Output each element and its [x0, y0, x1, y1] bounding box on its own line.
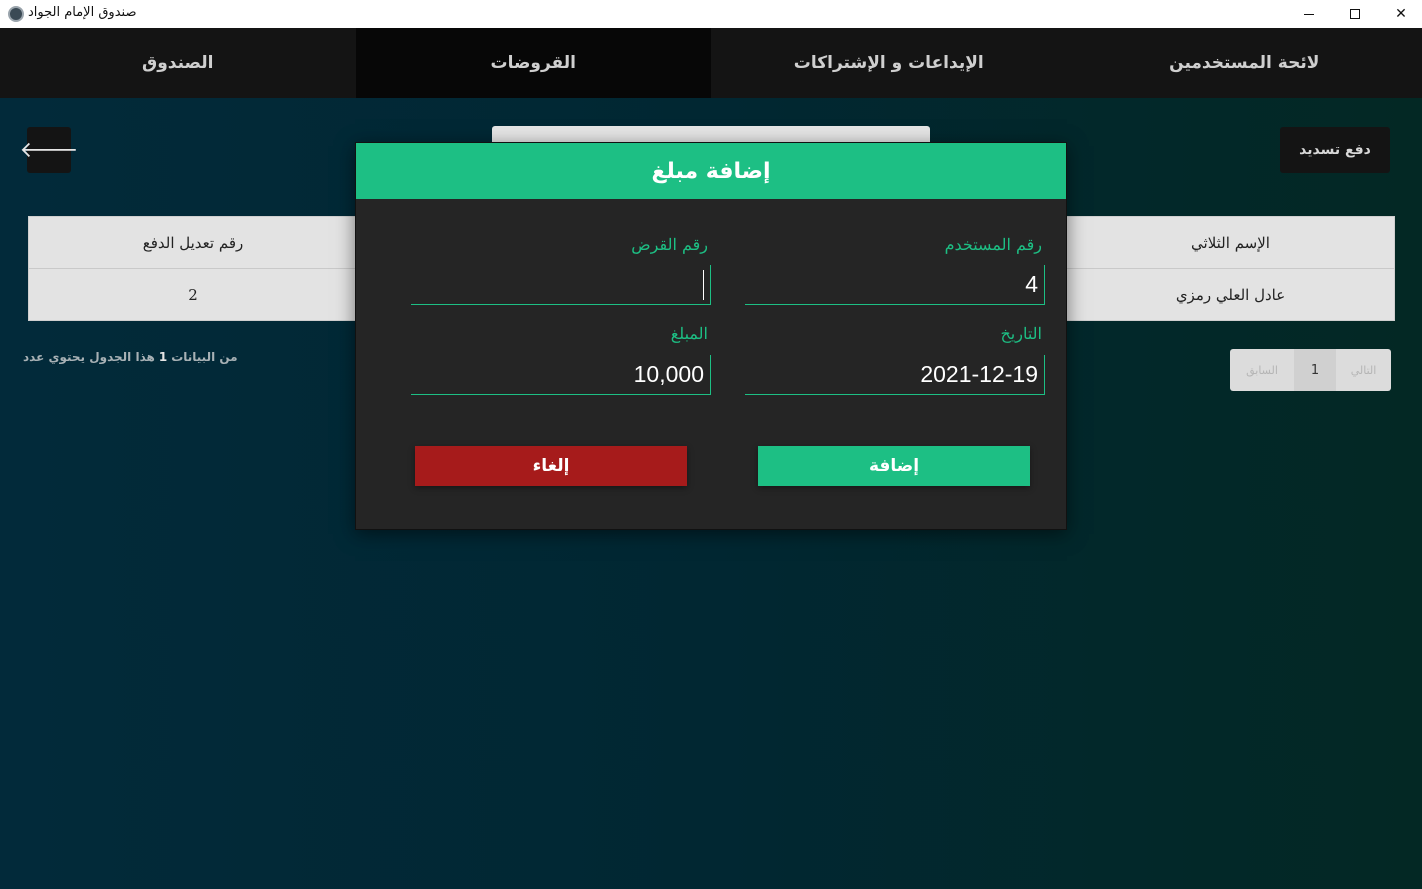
tab-loans[interactable]: القروضات [355, 28, 711, 98]
close-icon: ✕ [1395, 6, 1407, 22]
title-bar: صندوق الإمام الجواد ✕ [0, 0, 1422, 28]
pagination: التالي 1 السابق [1230, 349, 1391, 391]
table-record-count: هذا الجدول يحتوي عدد 1 من البيانات [23, 350, 238, 364]
loan-id-field[interactable] [411, 265, 711, 305]
table-info-suffix: من البيانات [171, 350, 238, 364]
date-label: التاريخ [1000, 324, 1042, 343]
minimize-button[interactable] [1286, 0, 1332, 28]
pagination-next-button[interactable]: التالي [1336, 349, 1391, 391]
minimize-icon [1304, 13, 1314, 15]
amount-label: المبلغ [670, 324, 708, 343]
cancel-button[interactable]: إلغاء [415, 446, 687, 486]
add-amount-dialog: إضافة مبلغ رقم المستخدم 4 رقم القرض التا… [355, 142, 1067, 530]
user-id-field[interactable]: 4 [745, 265, 1045, 305]
date-field[interactable]: 2021-12-19 [745, 355, 1045, 395]
maximize-button[interactable] [1332, 0, 1378, 28]
table-right-fragment: الإسم الثلاثي عادل العلي رمزي [1066, 216, 1395, 321]
main-tabs: لائحة المستخدمين الإيداعات و الإشتراكات … [0, 28, 1422, 98]
column-header-full-name: الإسم الثلاثي [1067, 217, 1394, 269]
table-cell: 2 [188, 286, 198, 304]
app-logo-icon [8, 6, 24, 22]
tab-users[interactable]: لائحة المستخدمين [1067, 28, 1422, 98]
table-info-count: 1 [158, 350, 168, 364]
maximize-icon [1350, 9, 1360, 19]
user-id-label: رقم المستخدم [944, 235, 1042, 254]
pagination-current-page[interactable]: 1 [1294, 349, 1336, 391]
tab-fund[interactable]: الصندوق [0, 28, 356, 98]
close-button[interactable]: ✕ [1378, 0, 1422, 28]
table-info-prefix: هذا الجدول يحتوي عدد [23, 350, 155, 364]
window-title: صندوق الإمام الجواد [28, 5, 137, 20]
text-caret [703, 269, 704, 300]
table-left-fragment: رقم تعديل الدفع 2 [28, 216, 358, 321]
back-button[interactable]: 🡐 [20, 127, 79, 173]
pagination-prev-button[interactable]: السابق [1230, 349, 1294, 391]
loan-id-label: رقم القرض [631, 235, 708, 254]
pay-installment-button[interactable]: دفع تسديد [1280, 127, 1390, 173]
amount-field[interactable]: 10,000 [411, 355, 711, 395]
add-button[interactable]: إضافة [758, 446, 1030, 486]
column-header-payment-edit-number: رقم تعديل الدفع [29, 217, 357, 269]
tab-deposits[interactable]: الإيداعات و الإشتراكات [711, 28, 1067, 98]
dialog-title: إضافة مبلغ [356, 143, 1066, 199]
table-cell: عادل العلي رمزي [1175, 286, 1286, 304]
arrow-left-icon: 🡐 [19, 138, 79, 163]
